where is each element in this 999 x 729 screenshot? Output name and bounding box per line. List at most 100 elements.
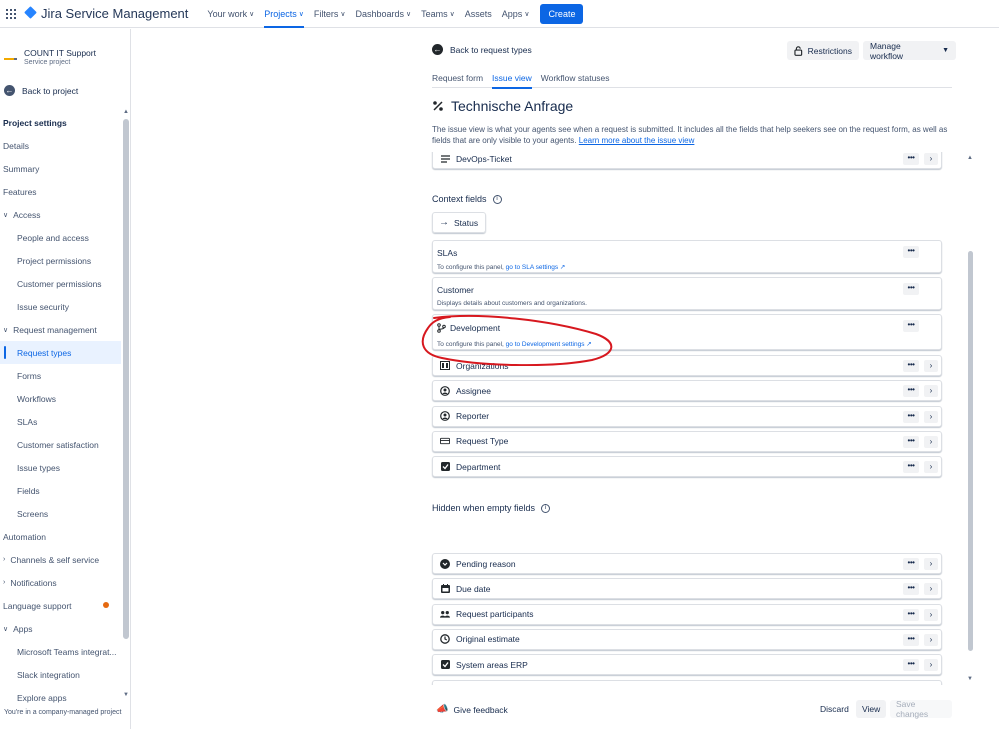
jira-logo[interactable]: Jira Service Management — [24, 6, 188, 21]
manage-workflow-button[interactable]: Manage workflow ▼ — [863, 41, 956, 61]
field-row-organizations[interactable]: Organizations ••• › — [432, 355, 942, 376]
info-icon[interactable]: i — [541, 503, 551, 513]
project-header[interactable]: COUNT IT Support Service project — [4, 48, 96, 66]
more-options-icon[interactable]: ••• — [903, 320, 919, 332]
field-row-reporter[interactable]: Reporter ••• › — [432, 405, 942, 427]
tab-issue-view[interactable]: Issue view — [492, 73, 532, 89]
create-button[interactable]: Create — [540, 3, 584, 24]
more-options-icon[interactable]: ••• — [903, 659, 919, 672]
learn-more-link[interactable]: Learn more about the issue view — [579, 136, 695, 145]
more-options-icon[interactable]: ••• — [903, 246, 919, 258]
chevron-right-icon[interactable]: › — [924, 410, 938, 423]
more-options-icon[interactable]: ••• — [903, 153, 919, 165]
sidebar-item-explore-apps[interactable]: Explore apps — [0, 686, 121, 709]
sidebar-item-apps[interactable]: ∨ Apps — [0, 617, 121, 640]
more-options-icon[interactable]: ••• — [903, 360, 919, 372]
customer-panel[interactable]: Customer Displays details about customer… — [432, 277, 942, 310]
nav-teams[interactable]: Teams ∨ — [421, 0, 455, 28]
chevron-right-icon[interactable]: › — [924, 360, 938, 372]
chevron-down-icon: ∨ — [340, 10, 346, 18]
view-button[interactable]: View — [856, 700, 887, 718]
tab-workflow-statuses[interactable]: Workflow statuses — [541, 73, 610, 88]
sla-panel[interactable]: SLAs To configure this panel, go to SLA … — [432, 240, 942, 273]
sidebar-item-issue-types[interactable]: Issue types — [0, 456, 121, 479]
sidebar-item-fields[interactable]: Fields — [0, 479, 121, 502]
more-options-icon[interactable]: ••• — [903, 633, 919, 646]
discard-button[interactable]: Discard — [814, 700, 855, 718]
chevron-right-icon[interactable]: › — [924, 659, 938, 672]
more-options-icon[interactable]: ••• — [903, 385, 919, 398]
sidebar-item-features[interactable]: Features — [0, 180, 121, 203]
back-to-request-types-link[interactable]: ← Back to request types — [432, 44, 532, 55]
sidebar-item-request-types[interactable]: Request types — [0, 341, 121, 364]
sidebar-item-language-support[interactable]: Language support — [0, 594, 121, 617]
status-field-chip[interactable]: → Status — [432, 212, 486, 233]
chevron-right-icon[interactable]: › — [924, 153, 938, 165]
lock-icon — [794, 45, 803, 56]
sidebar-item-slack-integration[interactable]: Slack integration — [0, 663, 121, 686]
scroll-up-icon[interactable]: ▲ — [123, 109, 129, 115]
nav-dashboards[interactable]: Dashboards ∨ — [355, 0, 411, 28]
sidebar-item-channels-self-service[interactable]: › Channels & self service — [0, 548, 121, 571]
sidebar-item-workflows[interactable]: Workflows — [0, 387, 121, 410]
field-row-request-type[interactable]: Request Type ••• › — [432, 430, 942, 452]
chevron-right-icon[interactable]: › — [924, 385, 938, 398]
more-options-icon[interactable]: ••• — [903, 558, 919, 570]
sidebar-scrollbar[interactable] — [123, 119, 129, 639]
sidebar-item-slas[interactable]: SLAs — [0, 410, 121, 433]
development-settings-link[interactable]: go to Development settings — [506, 341, 585, 348]
field-row-assignee[interactable]: Assignee ••• › — [432, 380, 942, 402]
sidebar-item-issue-security[interactable]: Issue security — [0, 295, 121, 318]
save-changes-button[interactable]: Save changes — [890, 699, 952, 719]
chevron-right-icon[interactable]: › — [924, 461, 938, 474]
field-row-pending-reason[interactable]: Pending reason ••• › — [432, 553, 942, 574]
more-options-icon[interactable]: ••• — [903, 461, 919, 474]
more-options-icon[interactable]: ••• — [903, 410, 919, 423]
sidebar-item-project-permissions[interactable]: Project permissions — [0, 249, 121, 272]
nav-apps[interactable]: Apps ∨ — [502, 0, 530, 28]
info-icon[interactable]: i — [492, 194, 502, 204]
sidebar-item-screens[interactable]: Screens — [0, 502, 121, 525]
chevron-right-icon[interactable]: › — [924, 633, 938, 646]
sidebar-item-request-management[interactable]: ∨ Request management — [0, 318, 121, 341]
development-panel[interactable]: Development To configure this panel, go … — [432, 314, 942, 350]
sidebar-item-details[interactable]: Details — [0, 134, 121, 157]
field-row-original-estimate[interactable]: Original estimate ••• › — [432, 628, 942, 650]
more-options-icon[interactable]: ••• — [903, 435, 919, 448]
field-row-devops-ticket[interactable]: DevOps-Ticket ••• › — [432, 152, 942, 169]
sidebar-item-automation[interactable]: Automation — [0, 525, 121, 548]
field-row-system-areas-ecm[interactable]: System areas ECM•••› — [432, 679, 942, 685]
chevron-right-icon[interactable]: › — [924, 558, 938, 570]
chevron-right-icon[interactable]: › — [924, 684, 938, 685]
sidebar-item-forms[interactable]: Forms — [0, 364, 121, 387]
sidebar-item-summary[interactable]: Summary — [0, 157, 121, 180]
app-switcher-icon[interactable] — [6, 8, 16, 19]
more-options-icon[interactable]: ••• — [903, 608, 919, 621]
scroll-down-icon[interactable]: ▼ — [123, 692, 129, 698]
sidebar-item-customer-satisfaction[interactable]: Customer satisfaction — [0, 433, 121, 456]
nav-your-work[interactable]: Your work ∨ — [207, 0, 254, 28]
sidebar-item-notifications[interactable]: › Notifications — [0, 571, 121, 594]
chevron-right-icon[interactable]: › — [924, 608, 938, 621]
more-options-icon[interactable]: ••• — [903, 684, 919, 685]
field-row-due-date[interactable]: Due date ••• › — [432, 578, 942, 600]
chevron-right-icon[interactable]: › — [924, 583, 938, 596]
field-row-system-areas-erp[interactable]: System areas ERP ••• › — [432, 654, 942, 676]
sidebar-item-people-and-access[interactable]: People and access — [0, 226, 121, 249]
field-row-department[interactable]: Department ••• › — [432, 456, 942, 478]
sla-settings-link[interactable]: go to SLA settings — [506, 264, 558, 271]
nav-assets[interactable]: Assets — [465, 0, 492, 28]
restrictions-button[interactable]: Restrictions — [787, 41, 859, 60]
back-to-project-link[interactable]: ← Back to project — [4, 85, 78, 96]
sidebar-item-access[interactable]: ∨ Access — [0, 203, 121, 226]
more-options-icon[interactable]: ••• — [903, 583, 919, 596]
field-row-request-participants[interactable]: Request participants ••• › — [432, 603, 942, 625]
sidebar-item-microsoft-teams-integrat[interactable]: Microsoft Teams integrat... — [0, 640, 121, 663]
sidebar-item-customer-permissions[interactable]: Customer permissions — [0, 272, 121, 295]
tab-request-form[interactable]: Request form — [432, 73, 483, 88]
more-options-icon[interactable]: ••• — [903, 283, 919, 295]
nav-filters[interactable]: Filters ∨ — [314, 0, 346, 28]
nav-projects[interactable]: Projects ∨ — [264, 0, 304, 28]
chevron-right-icon[interactable]: › — [924, 435, 938, 448]
give-feedback-button[interactable]: 📣 Give feedback — [436, 704, 508, 715]
